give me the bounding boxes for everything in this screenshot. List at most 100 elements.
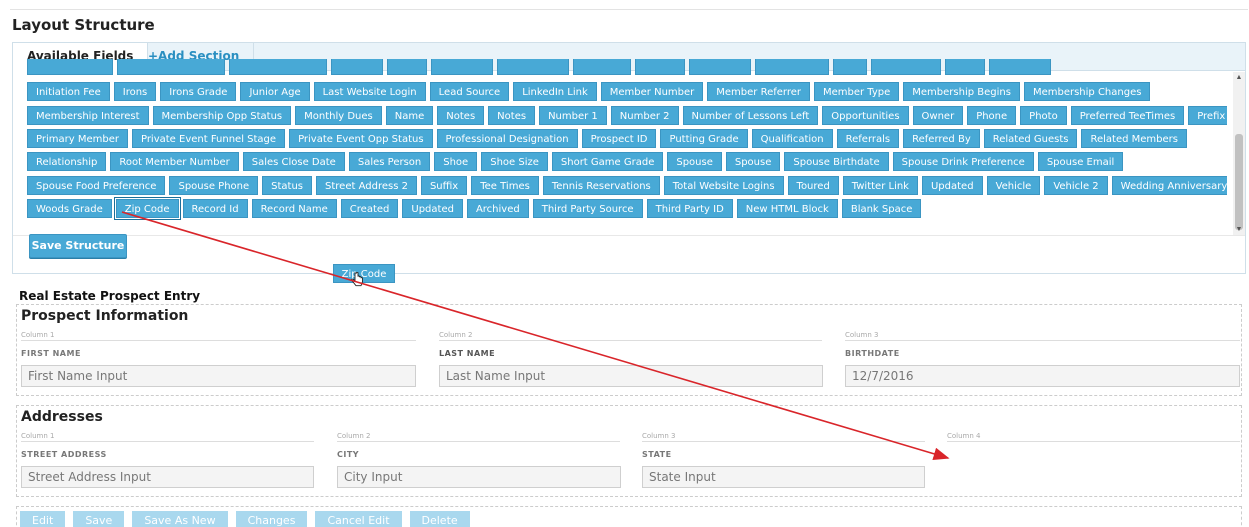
field-chip-clipped[interactable] (497, 59, 569, 75)
field-chip[interactable]: Related Members (1081, 129, 1187, 148)
field-chip[interactable]: Third Party Source (532, 199, 643, 218)
field-chip-clipped[interactable] (117, 59, 225, 75)
field-chip-clipped[interactable] (833, 59, 867, 75)
field-chip[interactable]: Primary Member (27, 129, 128, 148)
field-chip[interactable]: Vehicle (986, 176, 1041, 195)
field-chip[interactable]: Number 2 (610, 106, 679, 125)
field-chip[interactable]: Membership Interest (27, 106, 149, 125)
field-chip[interactable]: Zip Code (113, 197, 181, 220)
field-chip[interactable]: Referred By (903, 129, 980, 148)
field-chip[interactable]: Private Event Opp Status (289, 129, 433, 148)
scrollbar-thumb[interactable] (1235, 134, 1243, 230)
field-chip-clipped[interactable] (689, 59, 751, 75)
first-name-input[interactable]: First Name Input (21, 365, 416, 387)
field-chip[interactable]: Wedding Anniversary (1111, 176, 1227, 195)
field-chip[interactable]: Member Type (814, 82, 900, 101)
field-chip[interactable]: Updated (402, 199, 463, 218)
field-chip[interactable]: Suffix (420, 176, 468, 195)
field-chip-clipped[interactable] (27, 59, 113, 75)
field-chip[interactable]: Spouse Email (1037, 152, 1124, 171)
field-chip[interactable]: Monthly Dues (295, 106, 382, 125)
field-chip[interactable]: Record Name (251, 199, 337, 218)
field-chip[interactable]: Short Game Grade (551, 152, 664, 171)
city-input[interactable]: City Input (337, 466, 621, 488)
field-chip[interactable]: Sales Close Date (242, 152, 345, 171)
field-chip[interactable]: Photo (1020, 106, 1067, 125)
field-chip[interactable]: Spouse (667, 152, 722, 171)
field-chip[interactable]: Initiation Fee (27, 82, 110, 101)
field-chip[interactable]: Number 1 (539, 106, 607, 125)
field-chip[interactable]: LinkedIn Link (513, 82, 597, 101)
field-chip[interactable]: Relationship (27, 152, 107, 171)
field-chip[interactable]: Putting Grade (660, 129, 748, 148)
field-chip[interactable]: Updated (921, 176, 983, 195)
field-chip[interactable]: Record Id (182, 199, 248, 218)
cancel-edit-button[interactable]: Cancel Edit (315, 511, 402, 527)
field-chip[interactable]: Lead Source (429, 82, 510, 101)
changes-button[interactable]: Changes (235, 511, 308, 527)
field-chip[interactable]: Spouse Food Preference (27, 176, 166, 195)
field-chip[interactable]: Membership Opp Status (152, 106, 292, 125)
field-chip[interactable]: Notes (437, 106, 485, 125)
field-chip[interactable]: Woods Grade (27, 199, 112, 218)
field-chip[interactable]: Membership Changes (1023, 82, 1151, 101)
field-chip[interactable]: Status (262, 176, 313, 195)
field-chip[interactable]: Referrals (836, 129, 900, 148)
field-chip[interactable]: Last Website Login (313, 82, 426, 101)
field-chip[interactable]: Twitter Link (842, 176, 918, 195)
field-chip[interactable]: Total Website Logins (663, 176, 784, 195)
scroll-up-arrow-icon[interactable]: ▲ (1233, 72, 1245, 84)
field-chip-clipped[interactable] (331, 59, 383, 75)
chip-list-scrollbar[interactable]: ▲ ▼ (1233, 72, 1245, 236)
field-chip[interactable]: Prospect ID (581, 129, 657, 148)
field-chip-clipped[interactable] (635, 59, 685, 75)
field-chip[interactable]: Created (340, 199, 399, 218)
field-chip[interactable]: Spouse Birthdate (784, 152, 889, 171)
field-chip[interactable]: Irons Grade (160, 82, 237, 101)
field-chip[interactable]: Junior Age (240, 82, 310, 101)
field-chip[interactable]: Member Referrer (707, 82, 810, 101)
delete-button[interactable]: Delete (409, 511, 470, 527)
field-chip[interactable]: Spouse (725, 152, 781, 171)
field-chip[interactable]: Third Party ID (646, 199, 733, 218)
birthdate-input[interactable]: 12/7/2016 (845, 365, 1240, 387)
field-chip-clipped[interactable] (755, 59, 829, 75)
field-chip[interactable]: Notes (488, 106, 536, 125)
edit-button[interactable]: Edit (20, 511, 66, 527)
field-chip-clipped[interactable] (431, 59, 493, 75)
field-chip[interactable]: Membership Begins (903, 82, 1020, 101)
field-chip[interactable]: Shoe Size (481, 152, 548, 171)
field-chip[interactable]: Preferred TeeTimes (1070, 106, 1185, 125)
street-address-input[interactable]: Street Address Input (21, 466, 314, 488)
field-chip[interactable]: Tee Times (471, 176, 539, 195)
field-chip[interactable]: Phone (967, 106, 1017, 125)
save-button[interactable]: Save (73, 511, 125, 527)
field-chip[interactable]: Spouse Phone (169, 176, 259, 195)
field-chip[interactable]: Qualification (751, 129, 833, 148)
field-chip[interactable]: Owner (912, 106, 964, 125)
field-chip[interactable]: Archived (466, 199, 529, 218)
field-chip[interactable]: Related Guests (983, 129, 1078, 148)
field-chip[interactable]: Number of Lessons Left (682, 106, 819, 125)
field-chip[interactable]: New HTML Block (736, 199, 838, 218)
save-as-new-button[interactable]: Save As New (132, 511, 228, 527)
field-chip[interactable]: Sales Person (348, 152, 431, 171)
field-chip[interactable]: Toured (787, 176, 839, 195)
field-chip[interactable]: Spouse Drink Preference (892, 152, 1034, 171)
save-structure-button[interactable]: Save Structure (29, 234, 127, 258)
field-chip-clipped[interactable] (989, 59, 1051, 75)
field-chip[interactable]: Vehicle 2 (1044, 176, 1108, 195)
field-chip[interactable]: Root Member Number (110, 152, 239, 171)
field-chip[interactable]: Blank Space (841, 199, 922, 218)
field-chip[interactable]: Private Event Funnel Stage (131, 129, 286, 148)
state-input[interactable]: State Input (642, 466, 925, 488)
dragging-chip[interactable]: Zip Code (333, 264, 395, 283)
field-chip-clipped[interactable] (573, 59, 631, 75)
field-chip-clipped[interactable] (387, 59, 427, 75)
field-chip-clipped[interactable] (945, 59, 985, 75)
field-chip[interactable]: Irons (113, 82, 157, 101)
field-chip-clipped[interactable] (229, 59, 327, 75)
field-chip[interactable]: Street Address 2 (316, 176, 417, 195)
field-chip-clipped[interactable] (871, 59, 941, 75)
field-chip[interactable]: Opportunities (822, 106, 909, 125)
